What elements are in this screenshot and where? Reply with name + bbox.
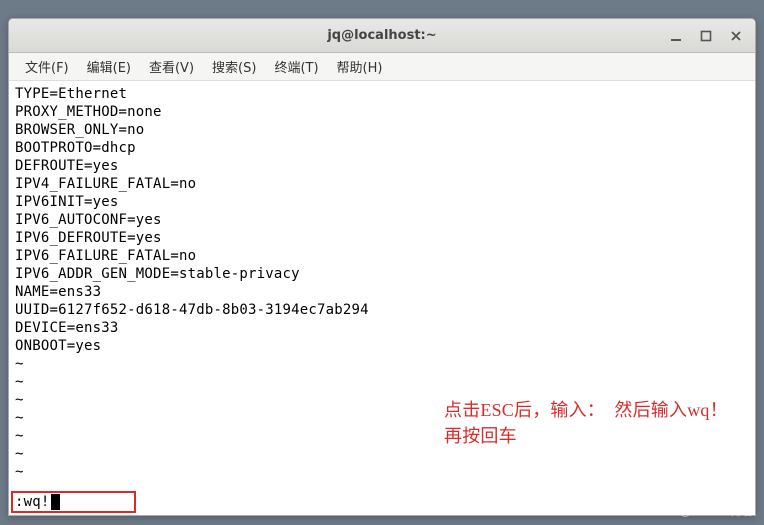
terminal-viewport[interactable]: TYPE=EthernetPROXY_METHOD=noneBROWSER_ON…: [9, 81, 755, 515]
tilde-line: ~: [15, 355, 749, 373]
config-line: BOOTPROTO=dhcp: [15, 139, 749, 157]
vim-command-text: :wq!: [15, 493, 50, 511]
config-line: ONBOOT=yes: [15, 337, 749, 355]
config-line: NAME=ens33: [15, 283, 749, 301]
menu-edit[interactable]: 编辑(E): [79, 54, 139, 79]
close-icon: [730, 30, 742, 42]
minimize-icon: [670, 30, 682, 42]
config-line: IPV6_AUTOCONF=yes: [15, 211, 749, 229]
config-line: BROWSER_ONLY=no: [15, 121, 749, 139]
minimize-button[interactable]: [663, 25, 689, 47]
config-line: IPV6_DEFROUTE=yes: [15, 229, 749, 247]
file-content: TYPE=EthernetPROXY_METHOD=noneBROWSER_ON…: [15, 85, 749, 355]
config-line: UUID=6127f652-d618-47db-8b03-3194ec7ab29…: [15, 301, 749, 319]
maximize-button[interactable]: [693, 25, 719, 47]
config-line: DEFROUTE=yes: [15, 157, 749, 175]
window-title: jq@localhost:~: [327, 28, 436, 43]
menu-view[interactable]: 查看(V): [141, 54, 202, 79]
menu-help[interactable]: 帮助(H): [329, 54, 391, 79]
tilde-line: ~: [15, 463, 749, 481]
config-line: DEVICE=ens33: [15, 319, 749, 337]
config-line: IPV4_FAILURE_FATAL=no: [15, 175, 749, 193]
config-line: TYPE=Ethernet: [15, 85, 749, 103]
config-line: IPV6_ADDR_GEN_MODE=stable-privacy: [15, 265, 749, 283]
menu-file[interactable]: 文件(F): [17, 54, 77, 79]
window-controls: [663, 19, 749, 52]
close-button[interactable]: [723, 25, 749, 47]
maximize-icon: [700, 30, 712, 42]
config-line: PROXY_METHOD=none: [15, 103, 749, 121]
vim-command-box[interactable]: :wq!: [11, 491, 136, 513]
config-line: IPV6_FAILURE_FATAL=no: [15, 247, 749, 265]
cursor-icon: [51, 494, 60, 510]
menubar: 文件(F) 编辑(E) 查看(V) 搜索(S) 终端(T) 帮助(H): [9, 53, 755, 81]
tilde-line: ~: [15, 373, 749, 391]
watermark: @51CTO博客: [679, 502, 754, 519]
config-line: IPV6INIT=yes: [15, 193, 749, 211]
titlebar[interactable]: jq@localhost:~: [9, 19, 755, 53]
annotation-text: 点击ESC后，输入： 然后输入wq！ 再按回车: [444, 397, 728, 449]
menu-terminal[interactable]: 终端(T): [266, 54, 326, 79]
terminal-window: jq@localhost:~ 文件(F) 编辑(E) 查看(V) 搜索(S) 终…: [8, 18, 756, 516]
menu-search[interactable]: 搜索(S): [204, 54, 264, 79]
